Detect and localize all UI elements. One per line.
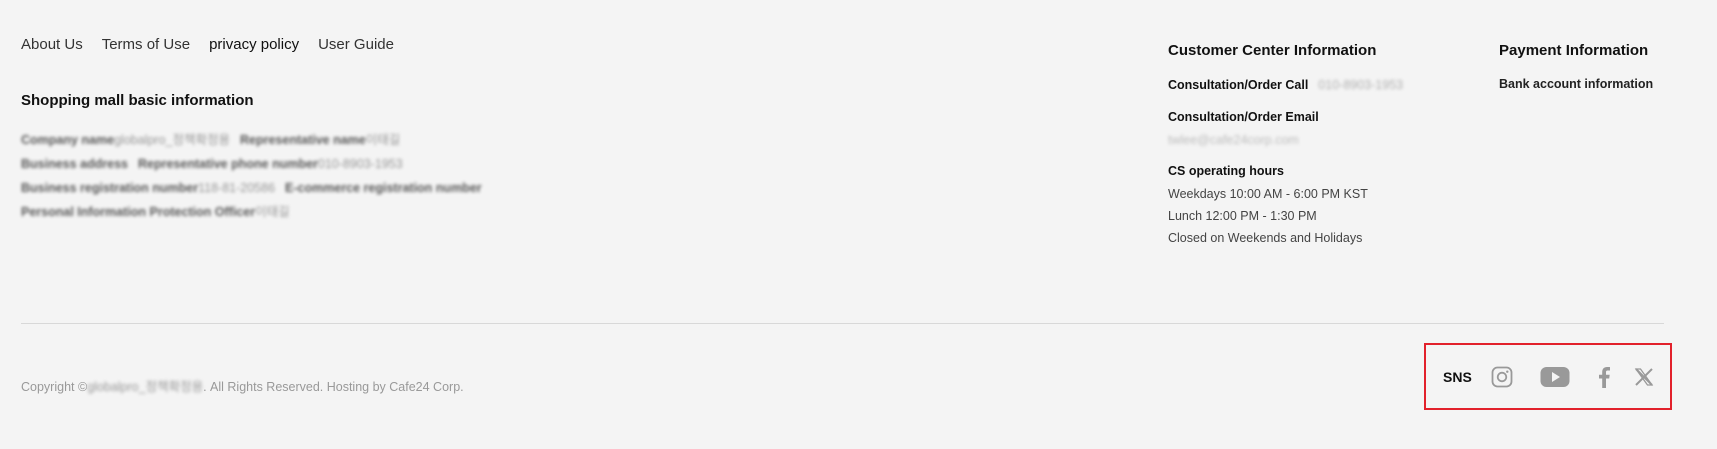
sns-section: SNS — [1424, 343, 1672, 410]
customer-center: Customer Center Information Consultation… — [1168, 42, 1468, 249]
cs-hours-lunch: Lunch 12:00 PM - 1:30 PM — [1168, 209, 1317, 223]
call-row: Consultation/Order Call 010-8903-1953 — [1168, 78, 1468, 92]
cs-hours-closed: Closed on Weekends and Holidays — [1168, 231, 1363, 245]
privacy-officer-value: 이태길 — [255, 205, 290, 219]
payment-info: Payment Information Bank account informa… — [1499, 42, 1653, 91]
company-name-value: globalpro_정책확정용 — [114, 133, 230, 147]
business-reg-value: 118-81-20586 — [198, 181, 276, 195]
basic-info-block: Company nameglobalpro_정책확정용 Representati… — [21, 128, 482, 224]
about-us-link[interactable]: About Us — [21, 36, 83, 53]
cs-hours-title: CS operating hours — [1168, 164, 1284, 178]
customer-center-title: Customer Center Information — [1168, 42, 1377, 59]
payment-title: Payment Information — [1499, 42, 1649, 59]
copyright-suffix: . All Rights Reserved. Hosting by Cafe24… — [203, 380, 464, 394]
basic-info-row: Personal Information Protection Officer이… — [21, 200, 482, 224]
basic-info-row: Company nameglobalpro_정책확정용 Representati… — [21, 128, 482, 152]
representative-phone-value: 010-8903-1953 — [317, 157, 403, 171]
representative-name-label: Representative name — [239, 133, 366, 147]
basic-info-row: Business registration number118-81-20586… — [21, 176, 482, 200]
copyright-prefix: Copyright © — [21, 380, 88, 394]
call-value: 010-8903-1953 — [1318, 78, 1404, 92]
call-label: Consultation/Order Call — [1168, 78, 1309, 92]
company-name-label: Company name — [21, 133, 115, 147]
privacy-policy-link[interactable]: privacy policy — [209, 36, 299, 53]
facebook-icon[interactable] — [1597, 366, 1611, 388]
footer-links: About Us Terms of Use privacy policy Use… — [21, 36, 394, 53]
cs-hours-weekdays: Weekdays 10:00 AM - 6:00 PM KST — [1168, 187, 1368, 201]
user-guide-link[interactable]: User Guide — [318, 36, 394, 53]
youtube-icon[interactable] — [1540, 366, 1570, 388]
x-icon[interactable] — [1634, 367, 1654, 387]
business-reg-label: Business registration number — [21, 181, 199, 195]
ecommerce-reg-label: E-commerce registration number — [285, 181, 482, 195]
copyright-owner: globalpro_정책확정용 — [87, 380, 204, 394]
representative-phone-label: Representative phone number — [138, 157, 318, 171]
footer-divider — [21, 323, 1664, 324]
privacy-officer-label: Personal Information Protection Officer — [21, 205, 256, 219]
bank-account-label: Bank account information — [1499, 77, 1654, 91]
copyright-text: Copyright ©globalpro_정책확정용. All Rights R… — [21, 376, 464, 395]
business-address-label: Business address — [21, 157, 128, 171]
basic-info-title: Shopping mall basic information — [21, 92, 254, 109]
instagram-icon[interactable] — [1491, 366, 1513, 388]
terms-of-use-link[interactable]: Terms of Use — [102, 36, 190, 53]
sns-label: SNS — [1443, 368, 1472, 385]
email-value: twlee@cafe24corp.com — [1168, 133, 1299, 147]
basic-info-row: Business address Representative phone nu… — [21, 152, 482, 176]
representative-name-value: 이태길 — [365, 133, 401, 147]
email-label: Consultation/Order Email — [1168, 110, 1319, 124]
